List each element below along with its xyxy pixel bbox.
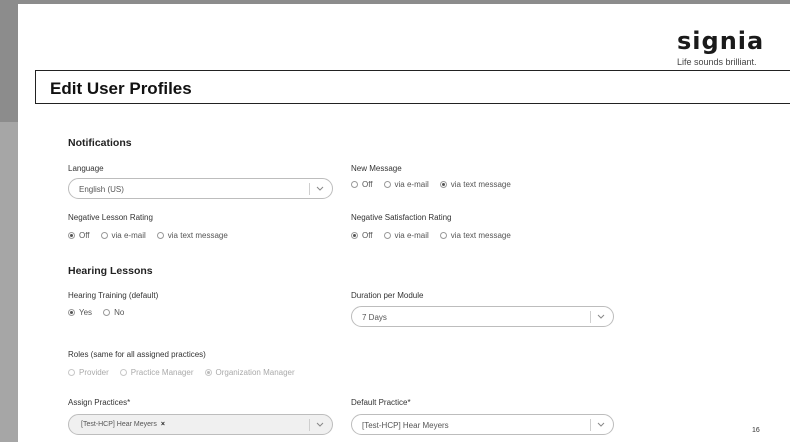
language-label: Language [68,164,104,173]
roles-radio-group: Provider Practice Manager Organization M… [68,368,306,377]
default-practice-value: [Test-HCP] Hear Meyers [362,421,449,430]
radio-button-selected[interactable] [68,309,75,316]
radio-button-selected[interactable] [204,369,212,376]
radio-button[interactable] [119,369,127,376]
radio-button[interactable] [383,232,391,239]
svg-text:signia: signia [677,30,764,54]
role-option-provider[interactable]: Provider [68,368,109,377]
select-separator [590,311,591,323]
close-icon[interactable]: × [161,421,165,428]
signia-logo: signia [677,30,764,54]
radio-button[interactable] [100,232,108,239]
duration-per-module-select[interactable]: 7 Days [351,306,614,327]
duration-per-module-label: Duration per Module [351,291,424,300]
hearing-training-option-no[interactable]: No [103,308,124,317]
new-message-option-off[interactable]: Off [351,180,373,189]
radio-button[interactable] [439,232,447,239]
chevron-down-icon [597,422,605,427]
lesson-rating-option-off[interactable]: Off [68,231,90,240]
satisfaction-rating-option-email[interactable]: via e-mail [383,231,429,240]
chevron-down-icon [316,422,324,427]
radio-button[interactable] [383,181,391,188]
page-number: 16 [752,427,760,434]
lesson-rating-option-text[interactable]: via text message [156,231,228,240]
page-title: Edit User Profiles [50,79,192,98]
practice-tag: [Test-HCP] Hear Meyers × [81,421,165,428]
radio-button[interactable] [156,232,164,239]
chevron-down-icon [597,314,605,319]
satisfaction-rating-option-text[interactable]: via text message [439,231,511,240]
notifications-heading: Notifications [68,137,132,149]
default-practice-label: Default Practice* [351,398,411,407]
select-separator [309,419,310,431]
role-option-organization-manager[interactable]: Organization Manager [204,368,295,377]
assign-practices-multiselect[interactable]: [Test-HCP] Hear Meyers × [68,414,333,435]
duration-value: 7 Days [362,313,387,322]
satisfaction-rating-option-off[interactable]: Off [351,231,373,240]
title-bar: Edit User Profiles [35,70,790,104]
default-practice-select[interactable]: [Test-HCP] Hear Meyers [351,414,614,435]
negative-satisfaction-rating-radio-group: Off via e-mail via text message [351,231,522,240]
select-separator [590,419,591,431]
radio-button[interactable] [68,369,75,376]
new-message-label: New Message [351,164,402,173]
language-select[interactable]: English (US) [68,178,333,199]
roles-label: Roles (same for all assigned practices) [68,350,206,359]
radio-button-selected[interactable] [68,232,75,239]
negative-satisfaction-rating-label: Negative Satisfaction Rating [351,213,452,222]
select-separator [309,183,310,195]
negative-lesson-rating-radio-group: Off via e-mail via text message [68,231,239,240]
chevron-down-icon [316,186,324,191]
lesson-rating-option-email[interactable]: via e-mail [100,231,146,240]
radio-button[interactable] [103,309,111,316]
new-message-option-email[interactable]: via e-mail [383,180,429,189]
new-message-radio-group: Off via e-mail via text message [351,180,522,189]
hearing-lessons-heading: Hearing Lessons [68,265,153,277]
radio-button-selected[interactable] [351,232,358,239]
brand-tagline: Life sounds brilliant. [677,57,757,67]
assign-practices-label: Assign Practices* [68,398,131,407]
role-option-practice-manager[interactable]: Practice Manager [119,368,194,377]
hearing-training-label: Hearing Training (default) [68,291,159,300]
radio-button[interactable] [351,181,358,188]
new-message-option-text[interactable]: via text message [439,180,511,189]
hearing-training-option-yes[interactable]: Yes [68,308,92,317]
negative-lesson-rating-label: Negative Lesson Rating [68,213,153,222]
language-value: English (US) [79,185,124,194]
hearing-training-radio-group: Yes No [68,308,135,317]
slide-frame-left-dark [0,0,18,122]
radio-button-selected[interactable] [439,181,447,188]
